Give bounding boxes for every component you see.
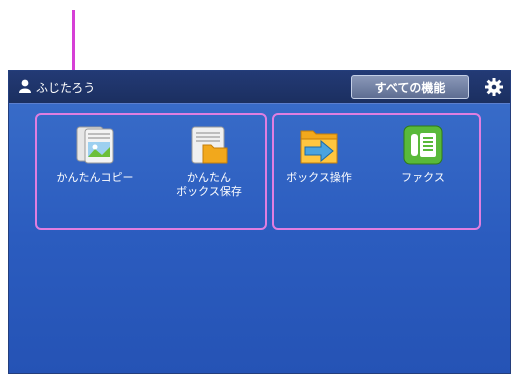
app-label: ファクス bbox=[401, 171, 445, 184]
box-operation-icon bbox=[300, 130, 338, 164]
app-easy-copy[interactable]: かんたんコピー bbox=[39, 125, 151, 185]
app-easy-box-save[interactable]: かんたん ボックス保存 bbox=[153, 125, 265, 199]
username: ふじたろう bbox=[36, 81, 96, 95]
app-label: かんたんコピー bbox=[56, 171, 134, 184]
app-label: かんたん ボックス保存 bbox=[176, 171, 242, 198]
app-fax[interactable]: ファクス bbox=[367, 125, 479, 185]
easy-box-save-icon bbox=[191, 126, 228, 164]
fax-icon bbox=[403, 125, 443, 165]
app-label: ボックス操作 bbox=[286, 171, 352, 184]
user-icon bbox=[19, 79, 31, 93]
all-functions-button[interactable]: すべての機能 bbox=[351, 75, 469, 99]
app-box-operation[interactable]: ボックス操作 bbox=[263, 125, 375, 185]
gear-icon[interactable] bbox=[484, 77, 504, 97]
top-bar: ふじたろう すべての機能 bbox=[9, 71, 510, 104]
device-screen: ふじたろう すべての機能 かんたんコピー かんたん ボックス保存 ボックス操作 … bbox=[8, 70, 511, 374]
easy-copy-icon bbox=[76, 126, 114, 164]
